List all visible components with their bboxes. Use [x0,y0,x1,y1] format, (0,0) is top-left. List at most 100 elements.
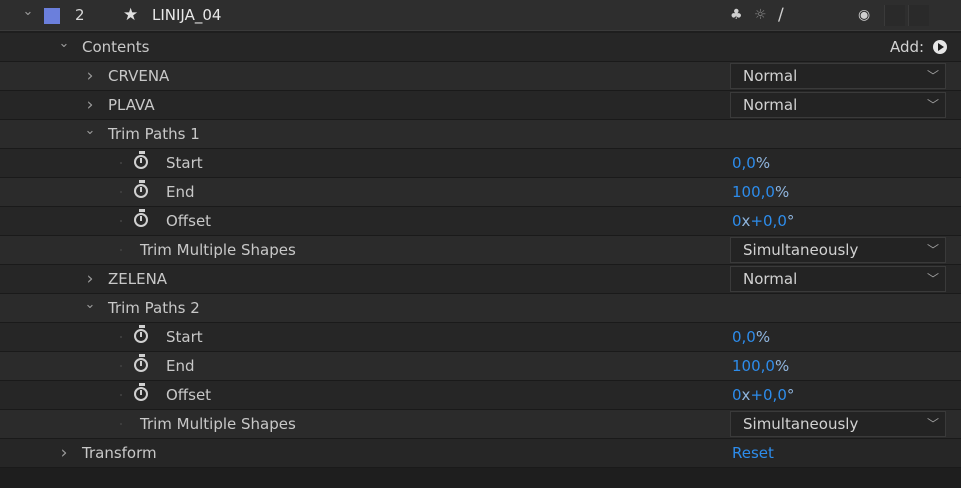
transform-row[interactable]: Transform Reset [0,439,961,468]
start-number[interactable]: 0,0 [732,328,756,346]
adjustment-layer-switch[interactable] [884,5,905,26]
timeline-layer-panel: 2 ★ LINIJA_04 ♣ ☼ ∕ ◉ Contents Add: CRVE… [0,0,961,488]
trim-multiple-dropdown[interactable]: Simultaneously ﹀ [730,411,946,437]
chevron-down-icon: ﹀ [926,417,939,431]
trim2-start-row: Start 0,0% [0,323,961,352]
group-row-zelena[interactable]: ZELENA Normal ﹀ [0,265,961,294]
end-number[interactable]: 100,0 [732,357,775,375]
stopwatch-icon[interactable] [134,383,148,401]
group-row-crvena[interactable]: CRVENA Normal ﹀ [0,62,961,91]
stopwatch-icon[interactable] [134,354,148,372]
stopwatch-icon[interactable] [134,209,148,227]
chevron-down-icon: ﹀ [926,98,939,112]
guide-dot [120,394,122,396]
offset-degrees[interactable]: +0,0 [750,212,786,230]
trim1-offset-row: Offset 0x+0,0° [0,207,961,236]
degree-unit: ° [786,386,795,404]
percent-unit: % [755,328,771,346]
contents-row[interactable]: Contents Add: [0,33,961,62]
layer-name[interactable]: LINIJA_04 [152,0,221,31]
trim1-end-row: End 100,0% [0,178,961,207]
guide-dot [120,423,122,425]
layer-label-color-swatch[interactable] [44,8,60,24]
stopwatch-icon[interactable] [134,151,148,169]
trim-multiple-value: Simultaneously [743,415,859,433]
layer-row[interactable]: 2 ★ LINIJA_04 ♣ ☼ ∕ ◉ [0,0,961,31]
group-label: ZELENA [108,270,168,288]
trim-paths-1-row[interactable]: Trim Paths 1 [0,120,961,149]
offset-revolutions[interactable]: 0 [732,212,742,230]
trim1-multiple-row: Trim Multiple Shapes Simultaneously ﹀ [0,236,961,265]
chevron-down-icon: ﹀ [926,69,939,83]
quality-icon[interactable]: ∕ [778,0,784,31]
crvena-twirl-closed-icon[interactable] [82,62,98,92]
transform-twirl-closed-icon[interactable] [56,439,72,469]
percent-unit: % [755,154,771,172]
layer-number: 2 [75,6,85,24]
motion-blur-icon[interactable]: ◉ [858,0,870,31]
contents-twirl-open-icon[interactable] [56,33,72,62]
guide-dot [120,191,122,193]
property-label: End [166,357,195,375]
start-number[interactable]: 0,0 [732,154,756,172]
star-icon: ★ [123,5,139,25]
blend-mode-value: Normal [743,67,798,85]
end-value[interactable]: 100,0% [732,178,789,207]
contents-label: Contents [82,38,150,56]
group-row-plava[interactable]: PLAVA Normal ﹀ [0,91,961,120]
stopwatch-icon[interactable] [134,325,148,343]
chevron-down-icon: ﹀ [926,243,939,257]
trim-multiple-dropdown[interactable]: Simultaneously ﹀ [730,237,946,263]
trim1-start-row: Start 0,0% [0,149,961,178]
collapse-icon[interactable]: ☼ [754,0,767,31]
layer-twirl-open-icon[interactable] [20,0,36,31]
property-label: End [166,183,195,201]
end-number[interactable]: 100,0 [732,183,775,201]
add-label: Add: [890,38,925,56]
group-label: PLAVA [108,96,155,114]
property-label: Offset [166,386,212,404]
group-label: CRVENA [108,67,170,85]
transform-label: Transform [82,444,157,462]
stopwatch-icon[interactable] [134,180,148,198]
chevron-down-icon: ﹀ [926,272,939,286]
blend-mode-dropdown[interactable]: Normal ﹀ [730,63,946,89]
guide-dot [120,249,122,251]
3d-layer-switch[interactable] [908,5,929,26]
offset-value[interactable]: 0x+0,0° [732,381,794,410]
property-label: Trim Multiple Shapes [140,415,296,433]
start-value[interactable]: 0,0% [732,149,770,178]
trim-paths-label: Trim Paths 1 [108,125,200,143]
trim2-twirl-open-icon[interactable] [82,294,98,323]
percent-unit: % [774,183,790,201]
end-value[interactable]: 100,0% [732,352,789,381]
trim-multiple-value: Simultaneously [743,241,859,259]
guide-dot [120,365,122,367]
trim-paths-label: Trim Paths 2 [108,299,200,317]
add-menu-icon[interactable] [933,40,947,54]
guide-dot [120,162,122,164]
blend-mode-dropdown[interactable]: Normal ﹀ [730,266,946,292]
trim1-twirl-open-icon[interactable] [82,120,98,149]
degree-unit: ° [786,212,795,230]
offset-revolutions[interactable]: 0 [732,386,742,404]
offset-degrees[interactable]: +0,0 [750,386,786,404]
reset-link[interactable]: Reset [732,439,774,468]
trim2-multiple-row: Trim Multiple Shapes Simultaneously ﹀ [0,410,961,439]
guide-dot [120,336,122,338]
trim2-end-row: End 100,0% [0,352,961,381]
shy-icon[interactable]: ♣ [730,0,743,31]
offset-value[interactable]: 0x+0,0° [732,207,794,236]
blend-mode-value: Normal [743,96,798,114]
plava-twirl-closed-icon[interactable] [82,91,98,121]
property-label: Start [166,328,203,346]
blend-mode-value: Normal [743,270,798,288]
property-label: Trim Multiple Shapes [140,241,296,259]
blend-mode-dropdown[interactable]: Normal ﹀ [730,92,946,118]
property-label: Offset [166,212,212,230]
trim2-offset-row: Offset 0x+0,0° [0,381,961,410]
percent-unit: % [774,357,790,375]
zelena-twirl-closed-icon[interactable] [82,265,98,295]
start-value[interactable]: 0,0% [732,323,770,352]
trim-paths-2-row[interactable]: Trim Paths 2 [0,294,961,323]
